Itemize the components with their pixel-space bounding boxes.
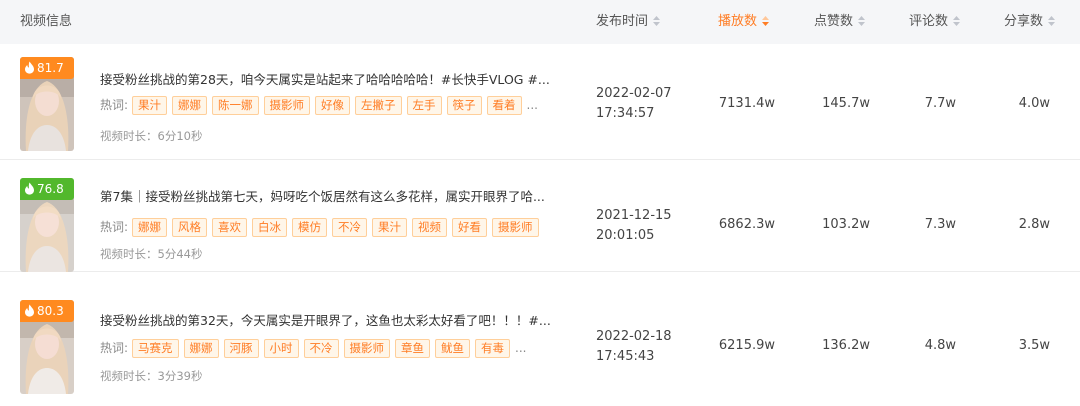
table-row[interactable]: 80.3 接受粉丝挑战的第32天，今天属实是开眼界了，这鱼也太彩太好看了吧！！！… <box>0 272 1080 394</box>
hotwords-more: ... <box>526 98 538 112</box>
comments-count: 4.8w <box>924 338 956 353</box>
hot-score-value: 80.3 <box>37 304 64 318</box>
hot-score-badge: 80.3 <box>20 300 74 322</box>
video-duration: 视频时长：6分10秒 <box>100 129 203 143</box>
publish-datetime: 2022-02-18 17:45:43 <box>596 327 672 367</box>
sort-desc-icon[interactable] <box>761 15 770 27</box>
hotword-tag[interactable]: 白冰 <box>252 218 288 237</box>
plays-count: 6862.3w <box>718 217 775 232</box>
sort-icon[interactable] <box>952 15 961 27</box>
hotword-tag[interactable]: 喜欢 <box>212 218 248 237</box>
hotwords-label: 热词: <box>100 341 129 355</box>
hot-score-badge: 81.7 <box>20 57 74 79</box>
hotwords-more: ... <box>515 341 527 355</box>
hotword-tag[interactable]: 娜娜 <box>132 218 168 237</box>
hotwords-label: 热词: <box>100 220 129 234</box>
header-comments[interactable]: 评论数 <box>909 0 961 44</box>
hotword-tag[interactable]: 好像 <box>315 96 351 115</box>
hotword-tag[interactable]: 模仿 <box>292 218 328 237</box>
publish-time: 17:34:57 <box>596 106 655 121</box>
video-duration: 视频时长：5分44秒 <box>100 247 203 261</box>
hotword-tag[interactable]: 小时 <box>263 339 299 358</box>
header-shares[interactable]: 分享数 <box>1004 0 1056 44</box>
likes-count: 103.2w <box>822 217 870 232</box>
hot-score-value: 81.7 <box>37 61 64 75</box>
hotword-tag[interactable]: 摄影师 <box>492 218 539 237</box>
sort-icon[interactable] <box>857 15 866 27</box>
hot-score-badge: 76.8 <box>20 178 74 200</box>
hotword-tag[interactable]: 马赛克 <box>132 339 179 358</box>
shares-count: 4.0w <box>1018 96 1050 111</box>
publish-date: 2022-02-07 <box>596 86 672 101</box>
hotword-tag[interactable]: 筷子 <box>446 96 482 115</box>
hotwords-row: 热词: 果汁 娜娜 陈一娜 摄影师 好像 左撇子 左手 筷子 看着... <box>100 96 538 116</box>
shares-count: 3.5w <box>1018 338 1050 353</box>
likes-count: 136.2w <box>822 338 870 353</box>
video-title[interactable]: 接受粉丝挑战的第32天，今天属实是开眼界了，这鱼也太彩太好看了吧！！！#... <box>100 310 580 329</box>
hotwords-row: 热词: 娜娜 风格 喜欢 白冰 模仿 不冷 果汁 视频 好看 摄影师 <box>100 218 544 238</box>
publish-datetime: 2022-02-07 17:34:57 <box>596 84 672 124</box>
header-video-info: 视频信息 <box>20 14 73 29</box>
hotword-tag[interactable]: 不冷 <box>303 339 339 358</box>
plays-count: 6215.9w <box>718 338 775 353</box>
video-title[interactable]: 第7集｜接受粉丝挑战第七天，妈呀吃个饭居然有这么多花样，属实开眼界了哈... <box>100 186 580 205</box>
flame-icon <box>25 304 34 317</box>
header-publish-time-label: 发布时间 <box>596 14 649 29</box>
hotword-tag[interactable]: 摄影师 <box>263 96 311 115</box>
publish-date: 2021-12-15 <box>596 208 672 223</box>
hotwords-row: 热词: 马赛克 娜娜 河豚 小时 不冷 摄影师 章鱼 鱿鱼 有毒... <box>100 339 527 359</box>
header-publish-time[interactable]: 发布时间 <box>596 0 661 44</box>
hotword-tag[interactable]: 好看 <box>452 218 488 237</box>
table-header: 视频信息 发布时间 播放数 点赞数 评论数 分享数 <box>0 0 1080 44</box>
header-plays-label: 播放数 <box>718 14 758 29</box>
table-row[interactable]: 81.7 接受粉丝挑战的第28天，咱今天属实是站起来了哈哈哈哈哈！#长快手VLO… <box>0 48 1080 160</box>
likes-count: 145.7w <box>822 96 870 111</box>
header-likes-label: 点赞数 <box>814 14 854 29</box>
hotword-tag[interactable]: 左撇子 <box>355 96 402 115</box>
hotword-tag[interactable]: 章鱼 <box>395 339 431 358</box>
hotword-tag[interactable]: 娜娜 <box>183 339 219 358</box>
hotword-tag[interactable]: 左手 <box>406 96 442 115</box>
plays-count: 7131.4w <box>718 96 775 111</box>
header-plays[interactable]: 播放数 <box>718 0 770 44</box>
sort-icon[interactable] <box>652 15 661 27</box>
publish-date: 2022-02-18 <box>596 329 672 344</box>
hotword-tag[interactable]: 摄影师 <box>343 339 391 358</box>
hotword-tag[interactable]: 果汁 <box>372 218 408 237</box>
hotword-tag[interactable]: 看着 <box>486 96 522 115</box>
flame-icon <box>25 61 34 74</box>
hotword-tag[interactable]: 河豚 <box>223 339 259 358</box>
comments-count: 7.3w <box>924 217 956 232</box>
hotword-tag[interactable]: 不冷 <box>332 218 368 237</box>
hotword-tag[interactable]: 陈一娜 <box>212 96 259 115</box>
hotword-tag[interactable]: 果汁 <box>132 96 168 115</box>
table-row[interactable]: 76.8 第7集｜接受粉丝挑战第七天，妈呀吃个饭居然有这么多花样，属实开眼界了哈… <box>0 160 1080 272</box>
hotword-tag[interactable]: 娜娜 <box>172 96 208 115</box>
publish-time: 17:45:43 <box>596 349 655 364</box>
hotword-tag[interactable]: 视频 <box>412 218 448 237</box>
hotword-tag[interactable]: 风格 <box>172 218 208 237</box>
comments-count: 7.7w <box>924 96 956 111</box>
shares-count: 2.8w <box>1018 217 1050 232</box>
hot-score-value: 76.8 <box>37 182 64 196</box>
hotwords-label: 热词: <box>100 98 129 112</box>
header-likes[interactable]: 点赞数 <box>814 0 866 44</box>
publish-time: 20:01:05 <box>596 228 655 243</box>
hotword-tag[interactable]: 有毒 <box>475 339 511 358</box>
hotword-tag[interactable]: 鱿鱼 <box>435 339 471 358</box>
publish-datetime: 2021-12-15 20:01:05 <box>596 206 672 246</box>
video-title[interactable]: 接受粉丝挑战的第28天，咱今天属实是站起来了哈哈哈哈哈！#长快手VLOG #..… <box>100 69 580 88</box>
video-duration: 视频时长：3分39秒 <box>100 369 203 383</box>
sort-icon[interactable] <box>1047 15 1056 27</box>
header-comments-label: 评论数 <box>909 14 949 29</box>
header-shares-label: 分享数 <box>1004 14 1044 29</box>
flame-icon <box>25 182 34 195</box>
